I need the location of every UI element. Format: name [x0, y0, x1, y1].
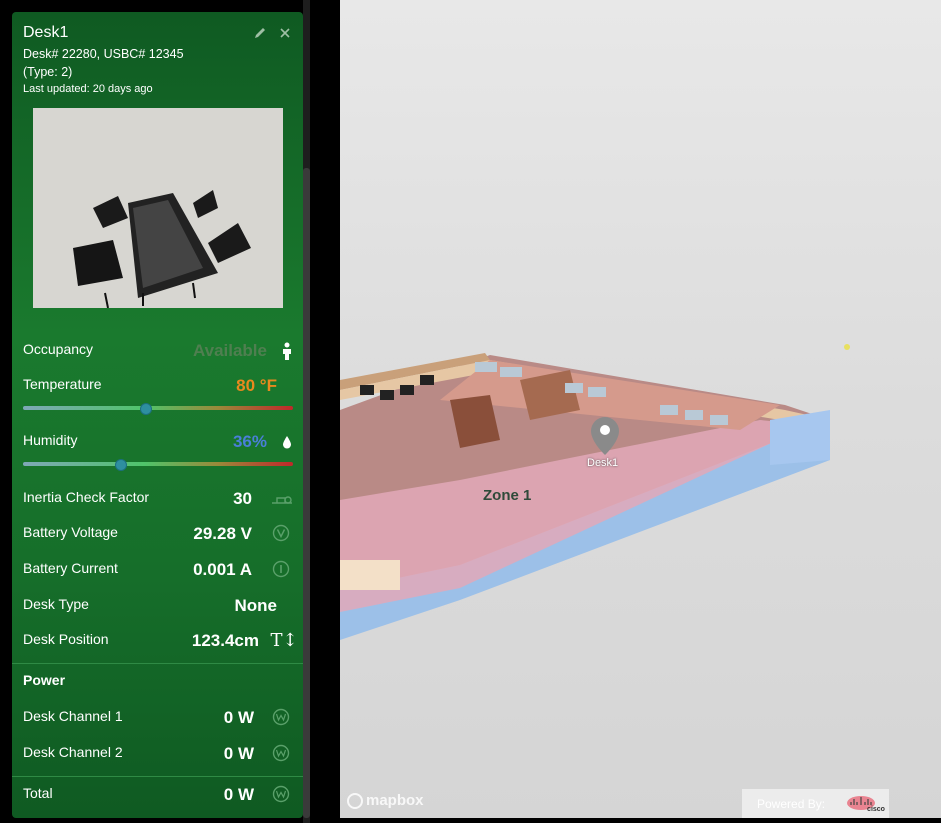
humidity-label: Humidity	[23, 432, 78, 448]
humidity-value: 36%	[232, 432, 267, 451]
floor-plan-3d[interactable]	[340, 0, 941, 818]
battery-voltage-label: Battery Voltage	[23, 524, 118, 540]
battery-voltage-value: 29.28 V	[193, 524, 252, 543]
current-icon	[272, 560, 290, 578]
watt-icon	[272, 708, 290, 726]
cisco-text: cisco	[867, 805, 885, 813]
humidity-slider-knob	[115, 459, 128, 471]
watt-icon	[272, 785, 290, 803]
channel1-label: Desk Channel 1	[23, 708, 123, 724]
occupancy-value: Available	[192, 341, 267, 360]
droplet-icon	[278, 433, 296, 451]
desk-type-code: (Type: 2)	[23, 65, 73, 79]
cisco-logo-icon: cisco	[845, 794, 885, 814]
battery-current-label: Battery Current	[23, 560, 118, 576]
watt-icon	[272, 744, 290, 762]
temperature-label: Temperature	[23, 376, 102, 392]
last-updated: Last updated: 20 days ago	[23, 83, 153, 95]
desk-type-label: Desk Type	[23, 596, 89, 612]
pencil-icon[interactable]	[251, 26, 269, 44]
section-divider	[12, 663, 303, 664]
power-heading: Power	[23, 672, 66, 688]
mapbox-logo[interactable]: mapbox	[347, 792, 424, 809]
desk-type-value: None	[234, 596, 278, 615]
desk-photo	[33, 108, 283, 309]
temperature-slider	[23, 403, 293, 415]
temperature-value: 80 °F	[236, 376, 277, 395]
occupancy-label: Occupancy	[23, 341, 94, 357]
desk-title: Desk1	[23, 24, 69, 41]
desk-marker-label[interactable]: Desk1	[587, 457, 618, 469]
zone-label[interactable]: Zone 1	[483, 487, 531, 504]
person-icon	[278, 342, 296, 360]
mapbox-icon	[347, 792, 363, 809]
map-view[interactable]: Desk1 Zone 1 mapbox Powered By: cisco	[340, 0, 941, 818]
desk-position-label: Desk Position	[23, 631, 109, 647]
close-icon[interactable]	[276, 26, 294, 44]
desk-detail-panel: Desk1 Desk# 22280, USBC# 12345 (Type: 2)…	[12, 12, 303, 818]
desk-ids: Desk# 22280, USBC# 12345	[23, 47, 184, 61]
inertia-label: Inertia Check Factor	[23, 489, 150, 505]
battery-current-value: 0.001 A	[193, 560, 252, 579]
section-divider	[12, 776, 303, 777]
scrollbar-thumb[interactable]	[303, 168, 310, 818]
powered-by-badge: Powered By: cisco	[742, 789, 889, 818]
total-value: 0 W	[223, 785, 254, 804]
desk-position-value: 123.4cm	[191, 631, 259, 650]
inertia-value: 30	[233, 489, 252, 508]
total-label: Total	[23, 785, 53, 801]
channel2-label: Desk Channel 2	[23, 744, 123, 760]
temperature-slider-knob	[139, 403, 152, 415]
height-icon: T↕	[270, 629, 298, 651]
channel1-value: 0 W	[223, 708, 254, 727]
humidity-slider	[23, 459, 293, 471]
powered-by-label: Powered By:	[757, 796, 826, 811]
mapbox-text: mapbox	[366, 792, 424, 809]
channel2-value: 0 W	[223, 744, 254, 763]
inertia-icon	[271, 490, 293, 508]
voltage-icon	[272, 524, 290, 542]
